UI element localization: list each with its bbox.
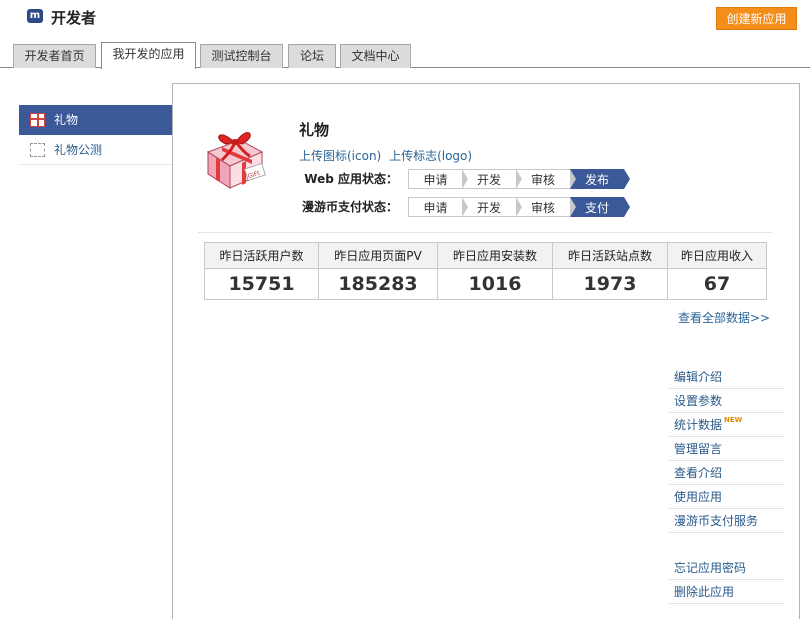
tab-docs[interactable]: 文档中心: [340, 44, 411, 68]
stat-label: 昨日应用页面PV: [319, 243, 437, 269]
stat-page-pv: 昨日应用页面PV 185283: [319, 243, 438, 299]
stats-table: 昨日活跃用户数 15751 昨日应用页面PV 185283 昨日应用安装数 10…: [204, 242, 767, 300]
stat-value: 15751: [228, 273, 295, 295]
tab-forum[interactable]: 论坛: [288, 44, 336, 68]
step-review: 审核: [516, 197, 576, 217]
step-develop: 开发: [462, 197, 522, 217]
stat-label: 昨日应用收入: [668, 243, 766, 269]
step-payment: 支付: [570, 197, 630, 217]
payment-status-label: 漫游币支付状态：: [301, 200, 398, 214]
stat-active-users: 昨日活跃用户数 15751: [205, 243, 319, 299]
settings-link[interactable]: 设置参数: [669, 389, 785, 413]
stat-active-sites: 昨日活跃站点数 1973: [553, 243, 668, 299]
web-status-label: Web 应用状态：: [304, 172, 398, 186]
stat-label: 昨日活跃站点数: [553, 243, 667, 269]
stat-value: 185283: [338, 273, 418, 295]
payment-service-link[interactable]: 漫游币支付服务: [669, 509, 785, 533]
app-action-menu: 编辑介绍 设置参数 统计数据 NEW 管理留言 查看介绍 使用应用 漫游币支付服务: [669, 365, 785, 533]
stat-label: 昨日应用安装数: [438, 243, 552, 269]
stat-revenue: 昨日应用收入 67: [668, 243, 766, 299]
upload-links: 上传图标(icon) 上传标志(logo): [299, 147, 476, 164]
section-divider: [198, 232, 772, 233]
manage-comments-link[interactable]: 管理留言: [669, 437, 785, 461]
app-name: 礼物: [299, 121, 330, 139]
step-apply: 申请: [408, 197, 468, 217]
view-all-data-link[interactable]: 查看全部数据>>: [678, 309, 770, 326]
delete-app-link[interactable]: 删除此应用: [669, 580, 785, 604]
step-apply: 申请: [408, 169, 468, 189]
site-title[interactable]: 开发者: [51, 7, 96, 28]
gift-app-icon: GiFt: [206, 132, 266, 189]
edit-intro-link[interactable]: 编辑介绍: [669, 365, 785, 389]
stat-value: 67: [703, 273, 731, 295]
stat-installs: 昨日应用安装数 1016: [438, 243, 553, 299]
statistics-label: 统计数据: [674, 418, 723, 432]
stat-label: 昨日活跃用户数: [205, 243, 318, 269]
step-publish: 发布: [570, 169, 630, 189]
upload-icon-link[interactable]: 上传图标(icon): [299, 149, 381, 163]
step-develop: 开发: [462, 169, 522, 189]
sidebar-item-gift-beta[interactable]: 礼物公测: [19, 135, 172, 165]
app-danger-menu: 忘记应用密码 删除此应用: [669, 556, 785, 604]
top-bar: m 开发者 创建新应用: [0, 0, 810, 40]
upload-logo-link[interactable]: 上传标志(logo): [389, 149, 472, 163]
sidebar-item-label: 礼物公测: [54, 143, 103, 157]
main-tabs: 开发者首页 我开发的应用 测试控制台 论坛 文档中心: [0, 42, 810, 69]
create-app-button[interactable]: 创建新应用: [716, 7, 797, 30]
payment-status-steps: 申请 开发 审核 支付: [408, 197, 630, 217]
web-status-steps: 申请 开发 审核 发布: [408, 169, 630, 189]
stat-value: 1016: [468, 273, 522, 295]
forgot-password-link[interactable]: 忘记应用密码: [669, 556, 785, 580]
use-app-link[interactable]: 使用应用: [669, 485, 785, 509]
sidebar-item-label: 礼物: [54, 113, 79, 127]
stat-value: 1973: [583, 273, 637, 295]
app-sidebar: 礼物 礼物公测: [19, 105, 172, 165]
view-intro-link[interactable]: 查看介绍: [669, 461, 785, 485]
statistics-link[interactable]: 统计数据 NEW: [669, 413, 785, 437]
tab-my-apps[interactable]: 我开发的应用: [101, 42, 196, 69]
placeholder-icon: [30, 143, 45, 157]
gift-box-icon: [30, 113, 45, 127]
step-review: 审核: [516, 169, 576, 189]
tab-developer-home[interactable]: 开发者首页: [13, 44, 96, 68]
tab-test-console[interactable]: 测试控制台: [200, 44, 283, 68]
new-badge: NEW: [724, 416, 743, 424]
logo-icon[interactable]: m: [27, 9, 43, 23]
sidebar-item-gift[interactable]: 礼物: [19, 105, 172, 135]
